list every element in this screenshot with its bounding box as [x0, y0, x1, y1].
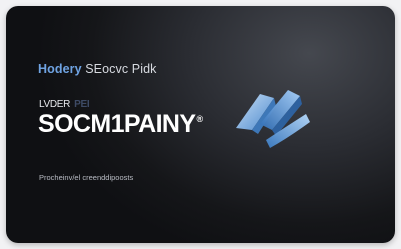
eyebrow-dim-text: PEI: [74, 99, 90, 110]
eyebrow-label: LVDER PEI: [39, 99, 90, 110]
tagline: Hodery SEocvc Pidk: [38, 62, 157, 76]
company-name: SOCM1PAINY®: [38, 110, 203, 139]
tagline-accent: Hodery: [38, 62, 82, 76]
business-card: Hodery SEocvc Pidk LVDER PEI SOCM1PAINY® …: [6, 6, 395, 243]
company-name-text: SOCM1PAINY: [38, 110, 196, 138]
registered-mark: ®: [196, 114, 203, 124]
subtitle: Procheinv/el creenddipoosts: [39, 173, 134, 182]
tagline-rest: SEocvc Pidk: [85, 62, 157, 76]
stylized-k-logo-icon: [236, 90, 310, 148]
eyebrow-text: LVDER: [39, 99, 71, 110]
